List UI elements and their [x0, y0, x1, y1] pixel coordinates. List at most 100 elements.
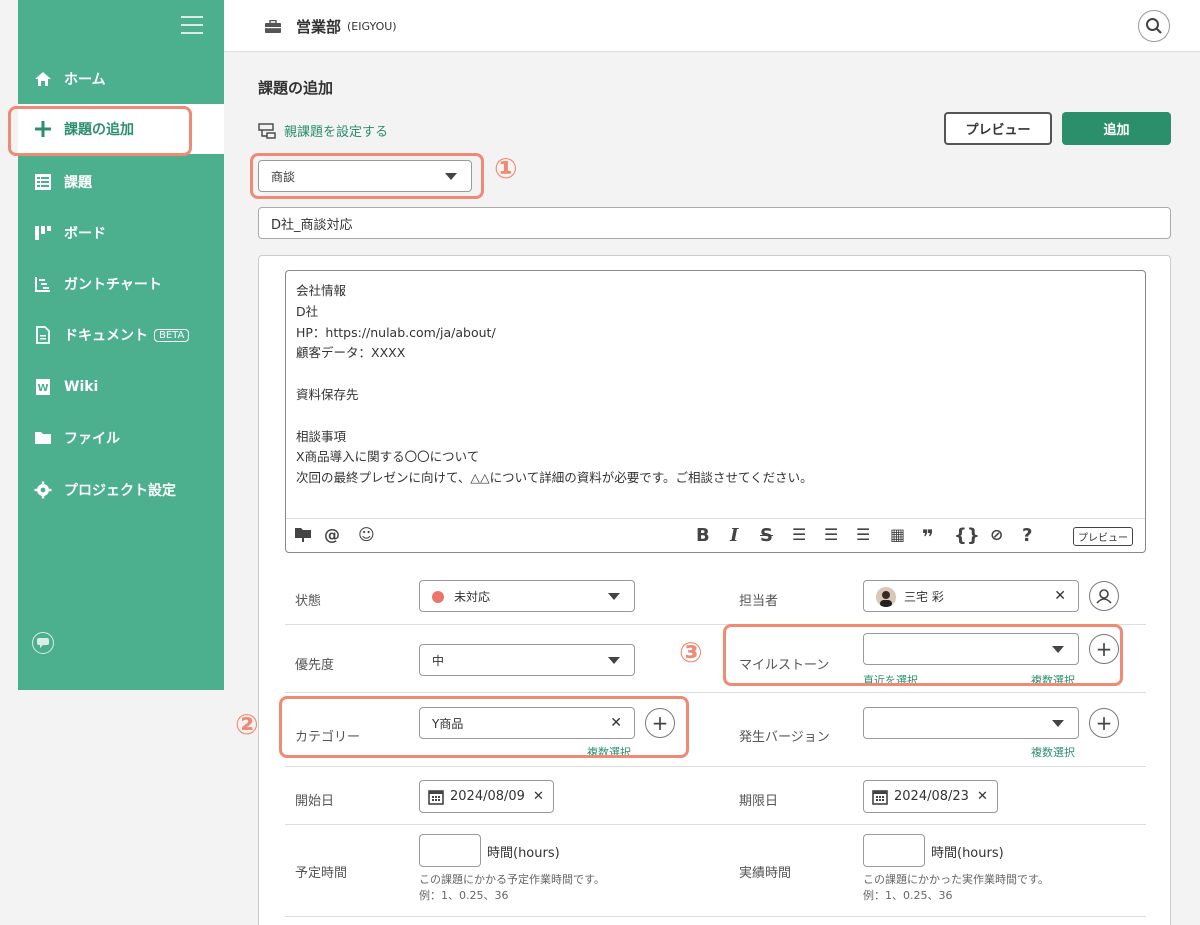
parent-link-label: 親課題を設定する — [284, 125, 389, 140]
dropdown-arrow-icon — [608, 657, 620, 664]
link-icon[interactable]: ⊘ — [990, 525, 1003, 544]
assign-self-button[interactable] — [1089, 581, 1119, 611]
due-date-value: 2024/08/23 — [894, 789, 969, 804]
due-date-input[interactable]: 2024/08/23 ✕ — [863, 780, 998, 813]
marker-2: ② — [235, 708, 259, 741]
project-key: (EIGYOU) — [347, 20, 397, 33]
sidebar-item-label: 課題 — [64, 175, 92, 191]
sidebar-item-label: Wiki — [64, 379, 99, 395]
sidebar-item-files[interactable]: ファイル — [18, 413, 224, 463]
status-value: 未対応 — [454, 589, 491, 604]
status-color-dot — [432, 591, 444, 603]
attachment-icon[interactable] — [294, 525, 312, 547]
actual-hours-example: 例：1、0.25、36 — [863, 889, 953, 902]
bold-icon[interactable]: B — [696, 525, 710, 546]
version-multi-link[interactable]: 複数選択 — [1031, 744, 1075, 760]
main-content: 課題の追加 親課題を設定する プレビュー 追加 商談 ① D社_商談対応 会社情… — [224, 53, 1200, 925]
clear-icon[interactable]: ✕ — [977, 789, 988, 804]
issue-form-panel: 会社情報 D社 HP：https://nulab.com/ja/about/ 顧… — [235, 255, 1171, 925]
sidebar-item-label: ファイル — [64, 431, 120, 447]
header: 営業部 (EIGYOU) — [224, 0, 1200, 52]
highlight-category — [279, 696, 689, 758]
sidebar-item-wiki[interactable]: W Wiki — [18, 362, 224, 412]
sidebar-item-issues[interactable]: 課題 — [18, 157, 224, 207]
marker-3: ③ — [679, 636, 703, 669]
assignee-select[interactable]: 三宅 彩 ✕ — [863, 580, 1079, 612]
sidebar-item-project-settings[interactable]: プロジェクト設定 — [18, 465, 224, 515]
estimated-hours-input[interactable] — [419, 834, 481, 867]
version-label: 発生バージョン — [739, 730, 830, 745]
project-name: 営業部 — [296, 18, 342, 36]
due-date-label: 期限日 — [739, 794, 779, 809]
preview-button[interactable]: プレビュー — [944, 112, 1052, 145]
dropdown-arrow-icon — [608, 593, 620, 600]
actual-hours-input[interactable] — [863, 834, 925, 867]
dropdown-arrow-icon — [1052, 720, 1064, 727]
clear-icon[interactable]: ✕ — [1054, 588, 1066, 604]
sidebar-item-label: ガントチャート — [64, 277, 162, 293]
strikethrough-icon[interactable]: S — [760, 525, 773, 546]
actual-hours-label: 実績時間 — [739, 866, 792, 881]
sidebar-item-gantt[interactable]: ガントチャート — [18, 259, 224, 309]
project-title[interactable]: 営業部 (EIGYOU) — [264, 16, 397, 37]
search-button[interactable] — [1138, 10, 1170, 42]
page-title: 課題の追加 — [258, 79, 334, 97]
folder-icon — [34, 429, 52, 447]
clear-icon[interactable]: ✕ — [533, 789, 544, 804]
home-icon — [34, 70, 52, 88]
estimated-hours-hint: この課題にかかる予定作業時間です。 — [419, 873, 605, 886]
chat-icon[interactable] — [32, 632, 54, 654]
marker-1: ① — [494, 152, 518, 185]
description-editor[interactable]: 会社情報 D社 HP：https://nulab.com/ja/about/ 顧… — [285, 270, 1146, 553]
gantt-icon — [34, 275, 52, 293]
wiki-icon: W — [34, 378, 52, 396]
divider — [285, 916, 1146, 917]
highlight-milestone — [723, 624, 1123, 686]
status-select[interactable]: 未対応 — [419, 580, 635, 612]
emoji-icon[interactable]: ☺ — [358, 525, 375, 544]
summary-input[interactable]: D社_商談対応 — [258, 207, 1171, 239]
sidebar-item-label: ドキュメント — [64, 328, 148, 344]
status-label: 状態 — [295, 594, 322, 609]
highlight-add-issue — [8, 106, 192, 156]
bullet-list-icon[interactable]: ☰ — [792, 525, 806, 544]
checklist-icon[interactable]: ☰ — [856, 525, 870, 544]
table-icon[interactable]: ▦ — [890, 525, 905, 544]
help-icon[interactable]: ? — [1022, 525, 1032, 546]
start-date-label: 開始日 — [295, 794, 335, 809]
assignee-label: 担当者 — [739, 594, 779, 609]
set-parent-issue-link[interactable]: 親課題を設定する — [258, 121, 388, 140]
quote-icon[interactable]: ❞ — [922, 525, 934, 549]
estimated-hours-label: 予定時間 — [295, 866, 348, 881]
priority-label: 優先度 — [295, 658, 335, 673]
italic-icon[interactable]: I — [730, 525, 738, 546]
gear-icon — [34, 481, 52, 499]
beta-badge: BETA — [154, 328, 190, 342]
sidebar-item-documents[interactable]: ドキュメント BETA — [18, 310, 224, 360]
assignee-value: 三宅 彩 — [904, 589, 944, 604]
sidebar-item-label: ボード — [64, 226, 106, 242]
numbered-list-icon[interactable]: ☰ — [824, 525, 838, 544]
sidebar-item-home[interactable]: ホーム — [18, 54, 224, 104]
menu-icon[interactable] — [181, 16, 203, 34]
description-text[interactable]: 会社情報 D社 HP：https://nulab.com/ja/about/ 顧… — [296, 281, 813, 489]
divider — [285, 824, 1146, 825]
priority-select[interactable]: 中 — [419, 644, 635, 676]
divider — [285, 766, 1146, 767]
board-icon — [34, 224, 52, 242]
actual-hours-unit: 時間(hours) — [931, 846, 1004, 861]
document-icon — [34, 326, 52, 344]
start-date-input[interactable]: 2024/08/09 ✕ — [419, 780, 554, 813]
editor-preview-button[interactable]: プレビュー — [1073, 527, 1133, 546]
add-button[interactable]: 追加 — [1062, 112, 1171, 145]
code-icon[interactable]: {} — [954, 525, 980, 546]
search-icon — [1146, 18, 1162, 34]
version-select[interactable] — [863, 707, 1079, 739]
briefcase-icon — [265, 19, 281, 33]
priority-value: 中 — [432, 653, 445, 668]
sidebar-item-label: ホーム — [64, 72, 106, 88]
sidebar-item-board[interactable]: ボード — [18, 208, 224, 258]
estimated-hours-example: 例：1、0.25、36 — [419, 889, 509, 902]
mention-icon[interactable]: @ — [324, 525, 340, 544]
add-version-button[interactable]: + — [1089, 708, 1119, 738]
